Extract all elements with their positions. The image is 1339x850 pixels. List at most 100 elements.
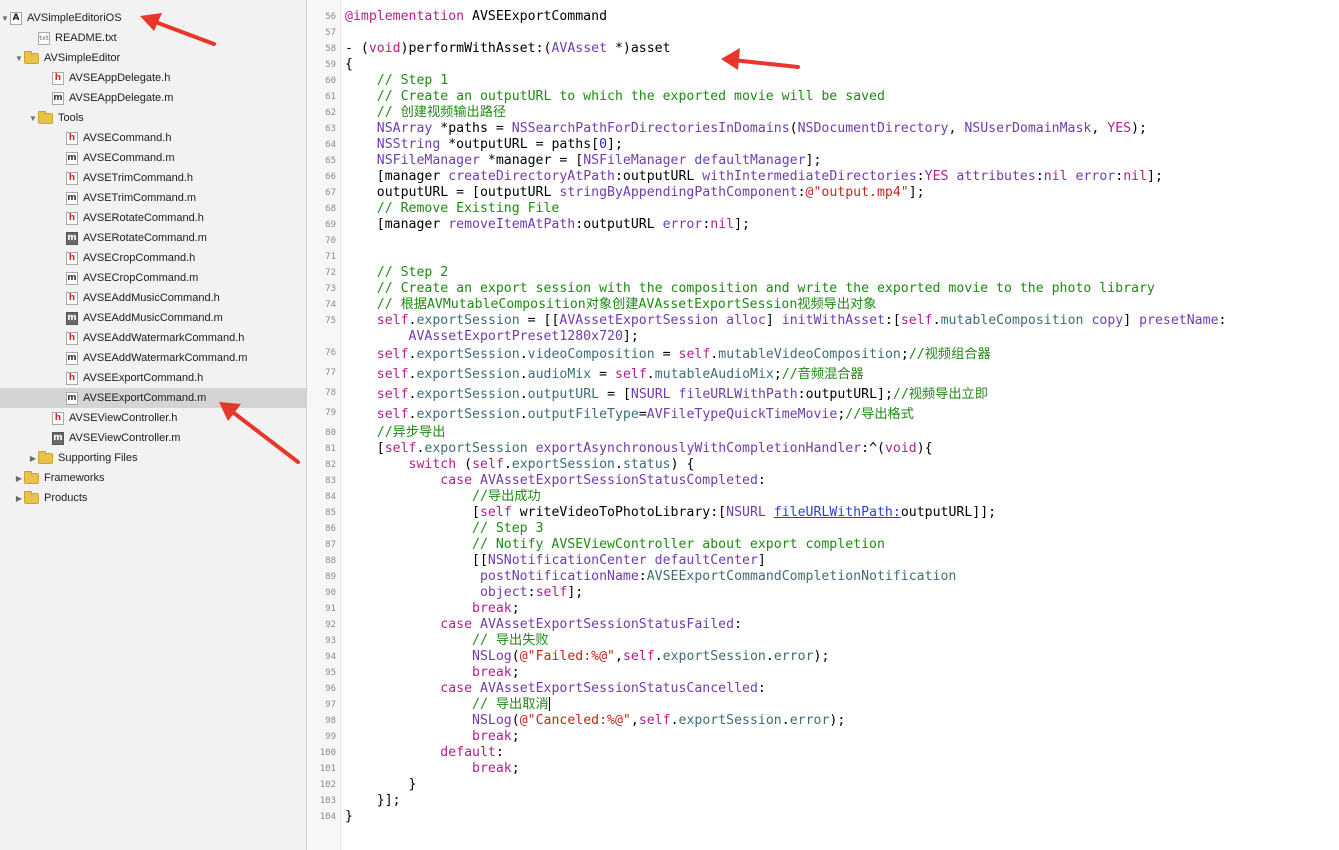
navigator-row[interactable]: h AVSEAppDelegate.h (0, 68, 306, 88)
code-line[interactable]: self.exportSession.audioMix = self.mutab… (345, 367, 864, 383)
navigator-row[interactable]: m AVSERotateCommand.m (0, 228, 306, 248)
code-line[interactable]: case AVAssetExportSessionStatusFailed: (345, 617, 742, 633)
code-line[interactable]: NSString *outputURL = paths[0]; (345, 137, 623, 153)
navigator-row[interactable]: ▼ A AVSimpleEditoriOS (0, 8, 306, 28)
navigator-row[interactable]: ▼ AVSimpleEditor (0, 48, 306, 68)
code-line[interactable]: @implementation AVSEExportCommand (345, 9, 607, 25)
disclosure-open-icon[interactable]: ▼ (28, 108, 38, 128)
navigator-row[interactable]: h AVSEExportCommand.h (0, 368, 306, 388)
line-number: 80 (325, 428, 336, 438)
code-line[interactable]: [self writeVideoToPhotoLibrary:[NSURL fi… (345, 505, 996, 521)
navigator-row[interactable]: h AVSERotateCommand.h (0, 208, 306, 228)
navigator-row[interactable]: m AVSEViewController.m (0, 428, 306, 448)
code-line[interactable]: NSLog(@"Canceled:%@",self.exportSession.… (345, 713, 845, 729)
navigator-row[interactable]: m AVSETrimCommand.m (0, 188, 306, 208)
navigator-row[interactable]: ▶ Supporting Files (0, 448, 306, 468)
code-line[interactable]: [self.exportSession exportAsynchronously… (345, 441, 933, 457)
disclosure-closed-icon[interactable]: ▶ (14, 468, 24, 488)
code-line[interactable]: }]; (345, 793, 401, 809)
code-line[interactable]: } (345, 777, 417, 793)
code-line[interactable]: break; (345, 601, 520, 617)
code-line[interactable]: AVAssetExportPreset1280x720]; (345, 329, 639, 345)
code-token: alloc (726, 313, 766, 328)
code-line[interactable]: case AVAssetExportSessionStatusCancelled… (345, 681, 766, 697)
code-line[interactable]: // 根据AVMutableComposition对象创建AVAssetExpo… (345, 297, 877, 313)
code-line[interactable]: self.exportSession.videoComposition = se… (345, 347, 991, 363)
navigator-row[interactable]: h AVSECropCommand.h (0, 248, 306, 268)
code-line[interactable]: { (345, 57, 353, 73)
code-line[interactable]: case AVAssetExportSessionStatusCompleted… (345, 473, 766, 489)
code-line[interactable]: } (345, 809, 353, 825)
code-line[interactable]: // 导出失败 (345, 633, 549, 649)
navigator-row[interactable]: m AVSEExportCommand.m (0, 388, 306, 408)
code-token: @"Failed:%@" (519, 649, 615, 664)
code-line[interactable]: // Create an outputURL to which the expo… (345, 89, 885, 105)
code-editor[interactable]: 56 57 58 59 60 61 62 63 64 65 66 67 68 69 70 71 72 73 74 75… (307, 0, 1339, 850)
code-token: = [[ (519, 313, 560, 328)
code-line[interactable]: //异步导出 (345, 425, 446, 441)
code-line[interactable]: // Step 1 (345, 73, 448, 89)
code-line[interactable]: outputURL = [outputURL stringByAppending… (345, 185, 925, 201)
source-file-icon: m (66, 351, 78, 365)
code-token: NSString (376, 137, 441, 152)
line-number: 104 (319, 812, 336, 822)
code-line[interactable]: [manager removeItemAtPath:outputURL erro… (345, 217, 750, 233)
disclosure-closed-icon[interactable]: ▶ (14, 488, 24, 508)
code-line[interactable]: switch (self.exportSession.status) { (345, 457, 695, 473)
code-line[interactable]: break; (345, 665, 520, 681)
line-number: 77 (325, 368, 336, 378)
navigator-row[interactable]: m AVSEAddMusicCommand.m (0, 308, 306, 328)
navigator-row[interactable]: m AVSEAddWatermarkCommand.m (0, 348, 306, 368)
code-token: outputFileType (527, 407, 639, 422)
code-line[interactable]: object:self]; (345, 585, 583, 601)
code-token: NSURL (630, 387, 671, 402)
code-token: AVAssetExportSessionStatusCompleted (480, 473, 758, 488)
code-line[interactable]: [manager createDirectoryAtPath:outputURL… (345, 169, 1163, 185)
code-line[interactable]: //导出成功 (345, 489, 541, 505)
code-line[interactable]: break; (345, 761, 520, 777)
navigator-row-label: Products (44, 492, 88, 504)
navigator-row[interactable]: h AVSEViewController.h (0, 408, 306, 428)
disclosure-open-icon[interactable]: ▼ (14, 48, 24, 68)
code-line[interactable]: [[NSNotificationCenter defaultCenter] (345, 553, 766, 569)
navigator-row[interactable]: ▼ Tools (0, 108, 306, 128)
code-line[interactable]: - (void)performWithAsset:(AVAsset *)asse… (345, 41, 671, 57)
code-token: NSDocumentDirectory (797, 121, 949, 136)
navigator-row[interactable]: h AVSEAddWatermarkCommand.h (0, 328, 306, 348)
navigator-row[interactable]: txt README.txt (0, 28, 306, 48)
navigator-row[interactable]: h AVSEAddMusicCommand.h (0, 288, 306, 308)
code-line[interactable]: // Remove Existing File (345, 201, 560, 217)
navigator-row[interactable]: m AVSECropCommand.m (0, 268, 306, 288)
code-line[interactable]: // Create an export session with the com… (345, 281, 1155, 297)
code-line[interactable]: default: (345, 745, 504, 761)
code-line[interactable]: NSArray *paths = NSSearchPathForDirector… (345, 121, 1147, 137)
code-line[interactable]: self.exportSession.outputURL = [NSURL fi… (345, 387, 988, 403)
code-line[interactable]: postNotificationName:AVSEExportCommandCo… (345, 569, 956, 585)
code-line[interactable]: self.exportSession.outputFileType=AVFile… (345, 407, 914, 423)
disclosure-open-icon[interactable]: ▼ (0, 8, 10, 28)
navigator-row[interactable]: ▶ Products (0, 488, 306, 508)
code-token: . (654, 649, 663, 664)
code-line[interactable]: self. exportSession = [[AVAssetExportSess… (345, 313, 1227, 329)
navigator-row[interactable]: ▶ Frameworks (0, 468, 306, 488)
code-token: // Step 3 (345, 521, 544, 536)
navigator-row[interactable]: m AVSECommand.m (0, 148, 306, 168)
code-line[interactable]: // 创建视频输出路径 (345, 105, 506, 121)
code-line[interactable]: // Notify AVSEViewController about expor… (345, 537, 885, 553)
code-line[interactable]: // Step 3 (345, 521, 544, 537)
navigator-row[interactable]: h AVSECommand.h (0, 128, 306, 148)
navigator-row-label: AVSEViewController.h (69, 412, 178, 424)
code-token: . (765, 649, 774, 664)
code-line[interactable]: NSFileManager *manager = [NSFileManager … (345, 153, 822, 169)
code-line[interactable]: // 导出取消 (345, 697, 550, 713)
disclosure-closed-icon[interactable]: ▶ (28, 448, 38, 468)
code-line[interactable]: NSLog(@"Failed:%@",self.exportSession.er… (345, 649, 829, 665)
code-line[interactable]: // Step 2 (345, 265, 448, 281)
code-line[interactable]: break; (345, 729, 520, 745)
navigator-row[interactable]: h AVSETrimCommand.h (0, 168, 306, 188)
navigator-row[interactable]: m AVSEAppDelegate.m (0, 88, 306, 108)
